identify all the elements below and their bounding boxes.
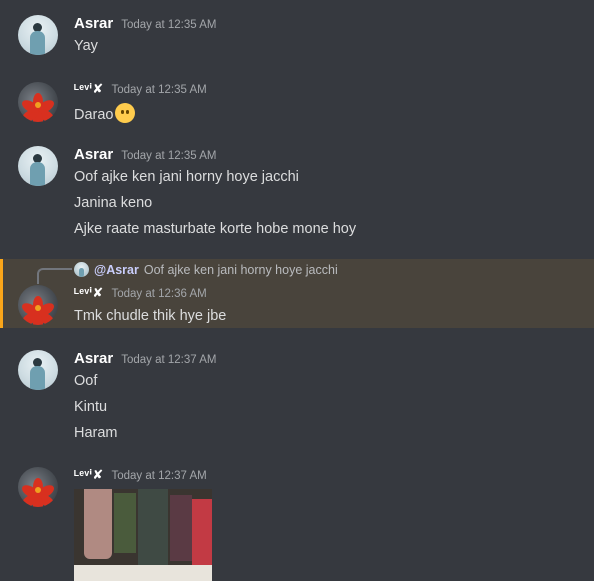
avatar[interactable] [18,146,58,186]
timestamp: Today at 12:35 AM [121,150,217,162]
timestamp: Today at 12:37 AM [121,354,217,366]
author-name[interactable]: ᴸᵉᵛⁱ✘ [74,467,103,483]
message-text-content: Darao [74,107,114,123]
timestamp: Today at 12:35 AM [111,84,207,96]
author-name[interactable]: Asrar [74,350,113,367]
message-text: Darao [74,103,135,123]
image-attachment[interactable] [74,489,212,581]
message-text: Tmk chudle thik hye jbe [74,308,227,324]
message-text: Haram [74,425,118,441]
reply-mention[interactable]: @Asrar [94,263,139,277]
timestamp: Today at 12:37 AM [111,470,207,482]
avatar[interactable] [18,285,58,325]
message-text: Yay [74,38,98,54]
avatar[interactable] [18,15,58,55]
no-mouth-face-icon [114,103,135,123]
author-name[interactable]: ᴸᵉᵛⁱ✘ [74,81,103,97]
reply-preview-text[interactable]: Oof ajke ken jani horny hoye jacchi [144,263,338,277]
reply-avatar [74,262,89,277]
reply-spine [37,268,72,284]
avatar[interactable] [18,82,58,122]
message-text: Janina keno [74,195,153,211]
timestamp: Today at 12:36 AM [111,288,207,300]
timestamp: Today at 12:35 AM [121,19,217,31]
reply-reference[interactable]: @Asrar Oof ajke ken jani horny hoye jacc… [74,262,338,277]
message-text: Kintu [74,399,108,415]
avatar[interactable] [18,350,58,390]
author-name[interactable]: ᴸᵉᵛⁱ✘ [74,285,103,301]
message-text: Oof [74,373,98,389]
author-name[interactable]: Asrar [74,15,113,32]
author-name[interactable]: Asrar [74,146,113,163]
message-text: Oof ajke ken jani horny hoye jacchi [74,169,299,185]
message-text: Ajke raate masturbate korte hobe mone ho… [74,221,357,237]
avatar[interactable] [18,467,58,507]
